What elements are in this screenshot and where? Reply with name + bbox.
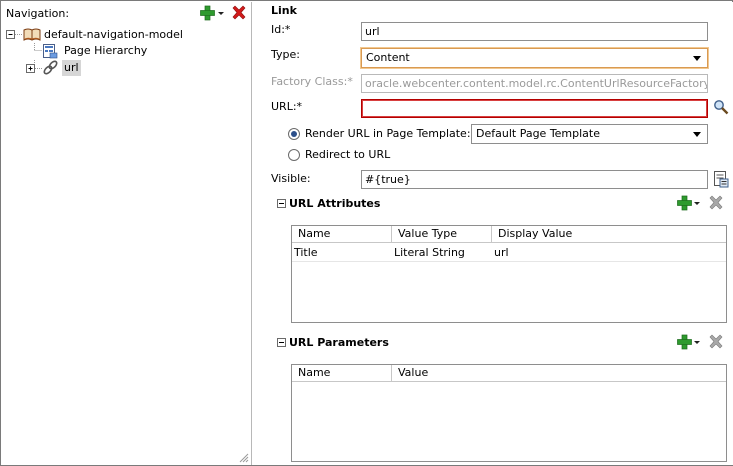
- url-parameters-table-header: Name Value: [292, 365, 726, 382]
- column-header-value[interactable]: Value: [392, 365, 728, 382]
- render-url-radio[interactable]: [288, 128, 300, 140]
- column-header-value-type[interactable]: Value Type: [392, 226, 492, 243]
- id-label: Id:*: [271, 23, 291, 36]
- page-template-select-value: Default Page Template: [476, 127, 601, 140]
- redirect-url-radio[interactable]: [288, 149, 300, 161]
- render-url-label: Render URL in Page Template:: [305, 127, 471, 140]
- visible-label: Visible:: [271, 172, 311, 185]
- factory-class-label: Factory Class:*: [271, 75, 353, 88]
- tree-node-page-hierarchy-label: Page Hierarchy: [64, 44, 148, 57]
- url-attributes-header: URL Attributes: [277, 195, 727, 213]
- column-header-display-value[interactable]: Display Value: [492, 226, 728, 243]
- redirect-url-label: Redirect to URL: [305, 148, 391, 161]
- tree-node-root-label: default-navigation-model: [44, 28, 183, 41]
- url-attributes-table: Name Value Type Display Value Title Lite…: [291, 225, 727, 323]
- url-attributes-title: URL Attributes: [289, 197, 381, 210]
- url-label: URL:*: [271, 100, 303, 113]
- type-select[interactable]: Content: [361, 48, 708, 68]
- add-icon: [677, 334, 700, 350]
- tree-connector: [34, 43, 42, 51]
- tree-node-url[interactable]: url: [4, 60, 244, 76]
- url-attributes-table-header: Name Value Type Display Value: [292, 226, 726, 243]
- add-icon: [200, 5, 224, 21]
- add-parameter-button[interactable]: [677, 334, 701, 353]
- tree-node-root[interactable]: default-navigation-model: [4, 27, 244, 43]
- resize-grip-icon[interactable]: [237, 451, 249, 463]
- navigation-panel: Navigation: default-navigation-model Pag…: [2, 2, 252, 465]
- page-template-select[interactable]: Default Page Template: [471, 124, 708, 144]
- add-dropdown-button[interactable]: [200, 5, 226, 24]
- link-section-title: Link: [271, 4, 297, 17]
- url-field[interactable]: [361, 99, 708, 118]
- collapse-url-attributes-icon[interactable]: [277, 199, 286, 208]
- url-parameters-title: URL Parameters: [289, 336, 389, 349]
- type-select-value: Content: [366, 51, 410, 64]
- tree-node-url-label: url: [62, 60, 81, 76]
- delete-attribute-button[interactable]: [708, 195, 724, 214]
- delete-icon: [709, 334, 723, 349]
- link-icon: [43, 60, 58, 75]
- link-properties-panel: Link Id:* url Type: Content Factory Clas…: [253, 2, 733, 465]
- url-parameters-table: Name Value: [291, 364, 727, 462]
- visible-field[interactable]: #{true}: [361, 170, 708, 189]
- chevron-down-icon: [693, 132, 701, 137]
- expand-toggle-icon: [26, 60, 42, 73]
- navigation-title: Navigation:: [6, 7, 70, 20]
- type-label: Type:: [271, 48, 300, 61]
- window-frame: Navigation: default-navigation-model Pag…: [0, 0, 733, 466]
- cell-value-type: Literal String: [394, 246, 465, 259]
- navigation-header: Navigation:: [2, 2, 252, 24]
- page-hierarchy-icon: [43, 44, 58, 59]
- add-attribute-button[interactable]: [677, 195, 701, 214]
- chevron-down-icon: [693, 56, 701, 61]
- column-header-name[interactable]: Name: [292, 365, 392, 382]
- delete-icon: [709, 195, 723, 210]
- table-row[interactable]: Title Literal String url: [292, 244, 726, 262]
- cell-name: Title: [294, 246, 318, 259]
- delete-button[interactable]: [231, 5, 247, 24]
- delete-icon: [232, 5, 246, 20]
- search-icon[interactable]: [713, 99, 729, 115]
- url-parameters-header: URL Parameters: [277, 334, 727, 352]
- id-field[interactable]: url: [361, 22, 708, 41]
- factory-class-field: oracle.webcenter.content.model.rc.Conten…: [361, 74, 708, 93]
- column-header-name[interactable]: Name: [292, 226, 392, 243]
- collapse-url-parameters-icon[interactable]: [277, 338, 286, 347]
- tree-node-page-hierarchy[interactable]: Page Hierarchy: [4, 43, 244, 59]
- book-icon: [23, 28, 41, 41]
- cell-display-value: url: [494, 246, 509, 259]
- expression-builder-icon[interactable]: [713, 170, 729, 188]
- delete-parameter-button[interactable]: [708, 334, 724, 353]
- add-icon: [677, 195, 700, 211]
